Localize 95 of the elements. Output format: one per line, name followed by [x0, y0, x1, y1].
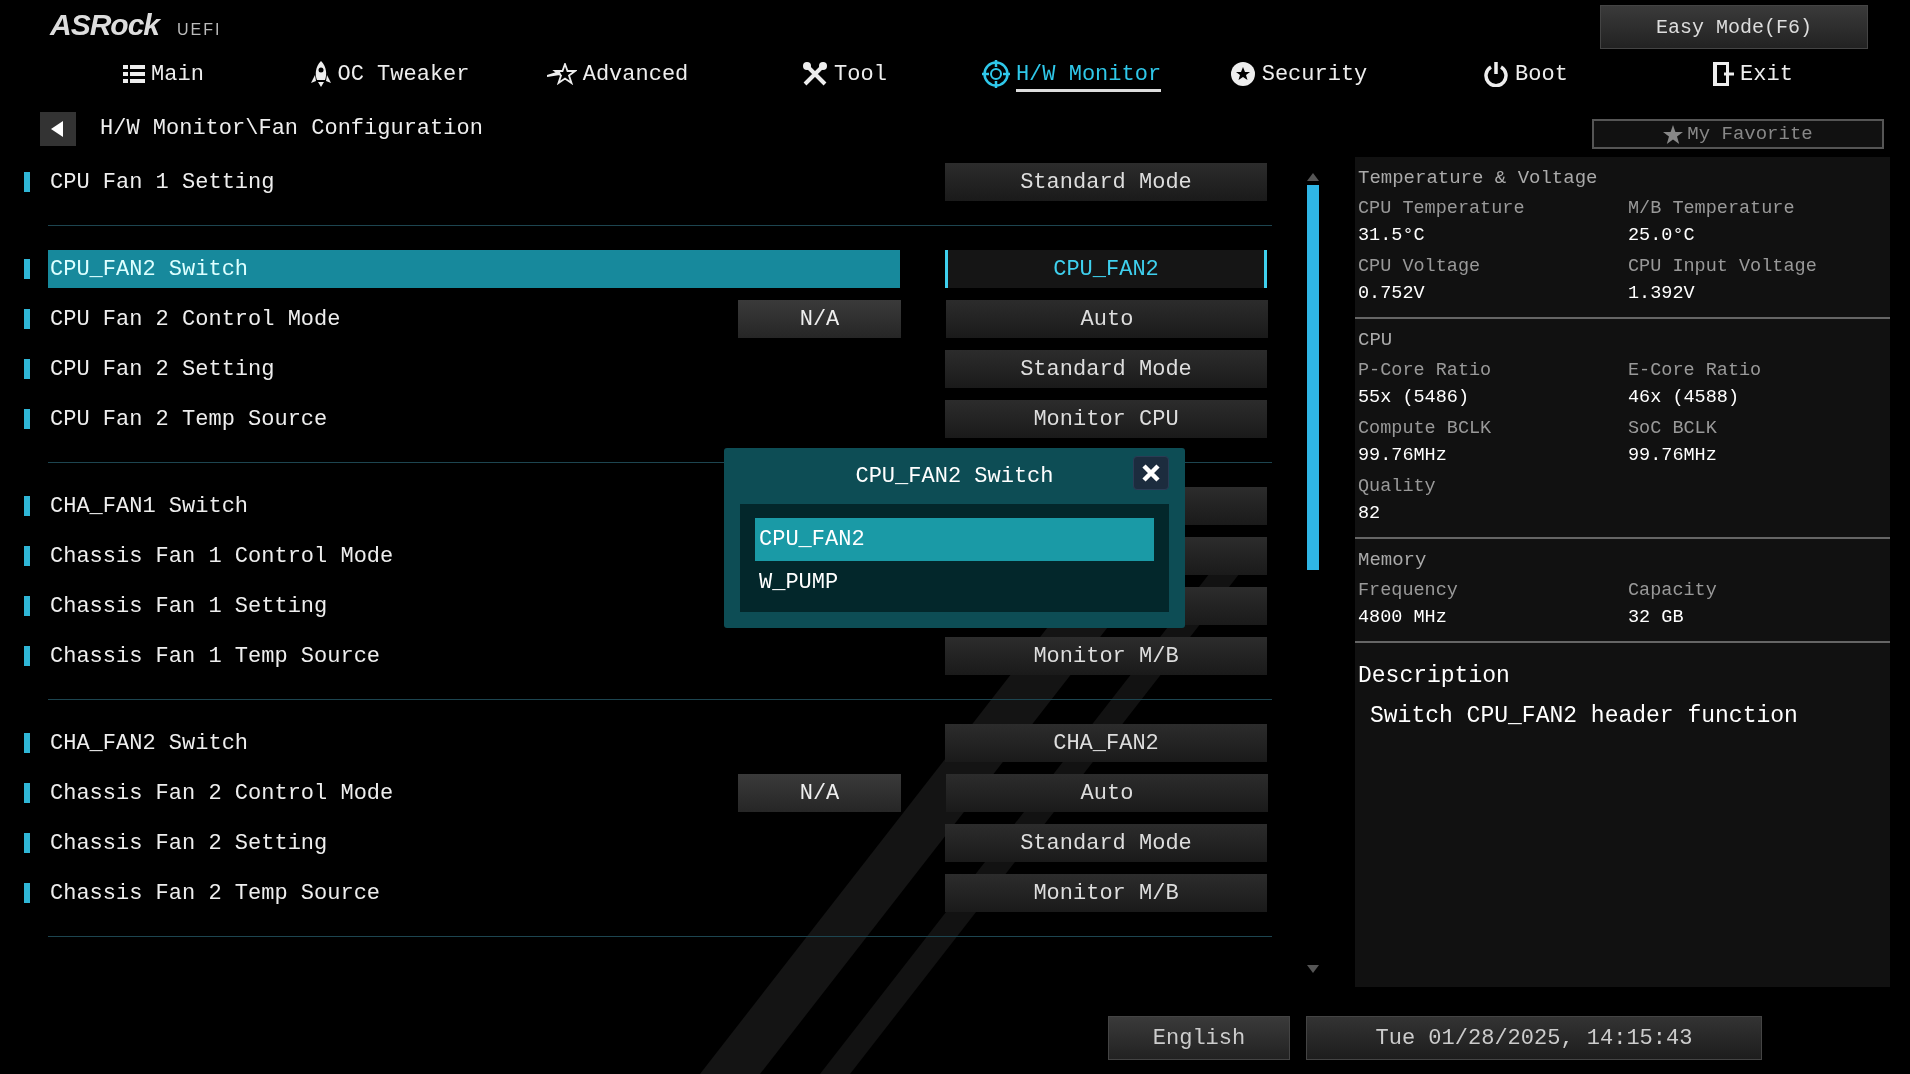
menu-tab[interactable]: Boot [1412, 52, 1639, 96]
info-value: 99.76MHz [1628, 444, 1718, 468]
section-heading: Temperature & Voltage [1358, 166, 1599, 191]
info-value: 55x (5486) [1358, 386, 1471, 410]
info-label: CPU Voltage [1358, 255, 1482, 279]
row-marker [24, 733, 30, 753]
info-value: 0.752V [1358, 282, 1426, 306]
info-value: 31.5°C [1358, 224, 1426, 248]
setting-label[interactable]: CHA_FAN2 Switch [48, 724, 900, 762]
row-marker [24, 309, 30, 329]
option-dropdown[interactable]: Monitor CPU [945, 400, 1267, 438]
my-favorite-button[interactable]: My Favorite [1592, 119, 1884, 149]
option-dropdown[interactable]: CHA_FAN2 [945, 724, 1267, 762]
info-label: M/B Temperature [1628, 197, 1796, 221]
status-value: N/A [738, 300, 901, 338]
close-icon [1141, 463, 1161, 483]
menu-tab[interactable]: OC Tweaker [277, 52, 504, 96]
back-button[interactable] [40, 111, 76, 146]
easy-mode-button[interactable]: Easy Mode(F6) [1600, 5, 1868, 49]
status-value: N/A [738, 774, 901, 812]
info-value: 46x (4588) [1628, 386, 1741, 410]
info-label: Capacity [1628, 579, 1718, 603]
language-button[interactable]: English [1108, 1016, 1290, 1060]
scroll-down-icon[interactable] [1307, 965, 1320, 973]
rocket-icon [311, 61, 332, 87]
setting-label[interactable]: CPU Fan 1 Setting [48, 163, 900, 201]
setting-label[interactable]: CPU Fan 2 Setting [48, 350, 900, 388]
info-label: P-Core Ratio [1358, 359, 1493, 383]
row-marker [24, 172, 30, 192]
row-marker [24, 833, 30, 853]
setting-label[interactable]: CPU_FAN2 Switch [48, 250, 900, 288]
date-time: Tue 01/28/2025, 14:15:43 [1306, 1016, 1762, 1060]
info-label: CPU Input Voltage [1628, 255, 1818, 279]
exit-door-icon [1712, 61, 1735, 87]
star-icon [1663, 124, 1684, 144]
info-value: 82 [1358, 502, 1382, 526]
brand-logo: ASRock [50, 8, 160, 42]
info-label: E-Core Ratio [1628, 359, 1763, 383]
crosshair-icon [981, 60, 1010, 88]
close-button[interactable] [1133, 456, 1169, 490]
power-icon [1483, 61, 1510, 87]
section-heading: Memory [1358, 548, 1428, 573]
description-text: Switch CPU_FAN2 header function [1369, 703, 1799, 729]
option-dropdown[interactable]: Standard Mode [945, 350, 1267, 388]
list-icon [123, 64, 146, 84]
option-dropdown[interactable]: Monitor M/B [945, 637, 1267, 675]
info-value: 4800 MHz [1358, 606, 1448, 630]
scroll-up-icon[interactable] [1307, 173, 1320, 181]
info-label: SoC BCLK [1628, 417, 1718, 441]
option-dropdown[interactable]: Auto [946, 300, 1268, 338]
setting-label[interactable]: Chassis Fan 2 Temp Source [48, 874, 900, 912]
tools-icon [802, 61, 829, 87]
option-dropdown[interactable]: CPU_FAN2 [945, 250, 1267, 288]
setting-label[interactable]: Chassis Fan 1 Temp Source [48, 637, 900, 675]
star-swoosh-icon [546, 63, 577, 85]
row-marker [24, 596, 30, 616]
option-item[interactable]: W_PUMP [755, 561, 1154, 604]
section-heading: CPU [1358, 328, 1394, 353]
setting-label[interactable]: Chassis Fan 2 Setting [48, 824, 900, 862]
setting-label[interactable]: CPU Fan 2 Temp Source [48, 400, 900, 438]
info-label: Compute BCLK [1358, 417, 1493, 441]
menu-tab[interactable]: Exit [1639, 52, 1866, 96]
breadcrumb: H/W Monitor\Fan Configuration [100, 116, 483, 141]
setting-label[interactable]: Chassis Fan 2 Control Mode [48, 774, 738, 812]
menu-tab[interactable]: Security [1185, 52, 1412, 96]
back-arrow-icon [51, 120, 65, 137]
row-marker [24, 646, 30, 666]
menu-tab[interactable]: Advanced [504, 52, 731, 96]
info-value: 99.76MHz [1358, 444, 1448, 468]
info-value: 1.392V [1628, 282, 1696, 306]
row-marker [24, 496, 30, 516]
option-dropdown[interactable]: Monitor M/B [945, 874, 1267, 912]
description-heading: Description [1358, 663, 1511, 689]
info-label: CPU Temperature [1358, 197, 1526, 221]
row-marker [24, 359, 30, 379]
row-marker [24, 546, 30, 566]
logo-tag: UEFI [177, 21, 222, 39]
option-dropdown[interactable]: Auto [946, 774, 1268, 812]
row-marker [24, 409, 30, 429]
dialog-title: CPU_FAN2 Switch [855, 463, 1054, 489]
info-value: 25.0°C [1628, 224, 1696, 248]
menu-tab[interactable]: Main [50, 52, 277, 96]
row-marker [24, 883, 30, 903]
option-dropdown[interactable]: Standard Mode [945, 163, 1267, 201]
info-value: 32 GB [1628, 606, 1685, 630]
info-label: Quality [1358, 475, 1437, 499]
badge-icon [1229, 61, 1256, 87]
setting-label[interactable]: CPU Fan 2 Control Mode [48, 300, 738, 338]
menu-tab[interactable]: Tool [731, 52, 958, 96]
info-label: Frequency [1358, 579, 1459, 603]
option-dropdown[interactable]: Standard Mode [945, 824, 1267, 862]
menu-tab[interactable]: H/W Monitor [958, 52, 1185, 96]
row-marker [24, 259, 30, 279]
row-marker [24, 783, 30, 803]
scrollbar[interactable] [1306, 173, 1320, 973]
